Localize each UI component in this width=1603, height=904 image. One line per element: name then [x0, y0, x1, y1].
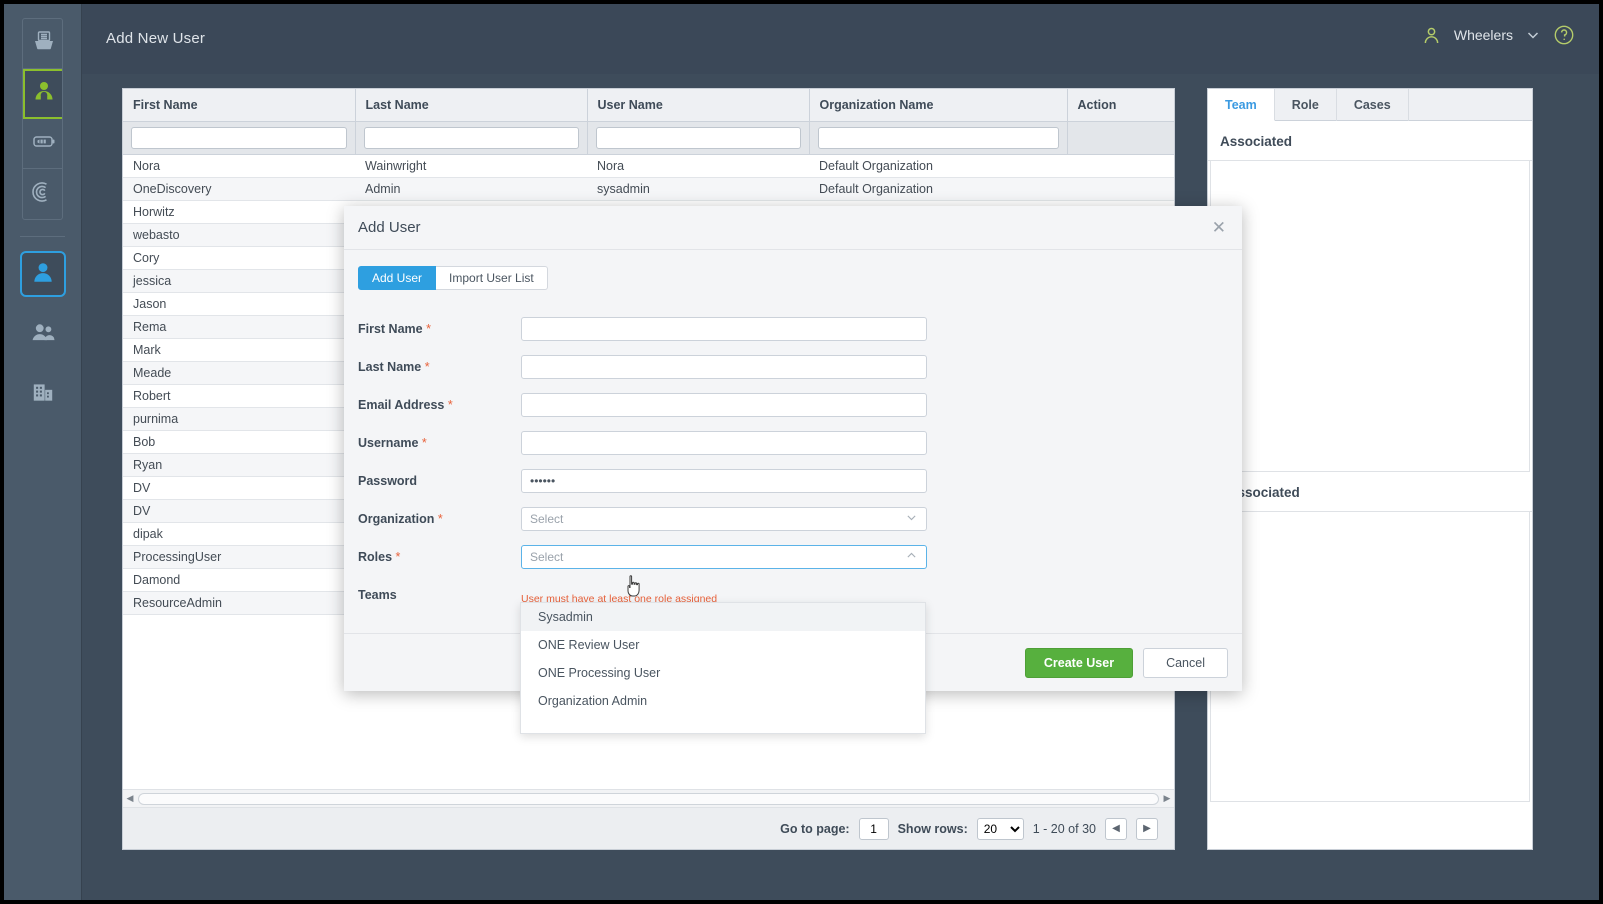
required-asterisk: *	[418, 436, 427, 450]
label-last-name: Last Name *	[358, 360, 521, 374]
last-name-input[interactable]	[521, 355, 927, 379]
label-roles: Roles *	[358, 550, 521, 564]
chevron-down-icon	[905, 511, 918, 527]
label-organization-text: Organization	[358, 512, 435, 526]
modal-tab-add-user[interactable]: Add User	[358, 266, 437, 290]
label-teams-text: Teams	[358, 588, 397, 602]
username-input[interactable]	[521, 431, 927, 455]
field-row-organization: Organization * Select	[358, 500, 1228, 538]
roles-option-one-review-user[interactable]: ONE Review User	[521, 631, 925, 659]
label-first-name-text: First Name	[358, 322, 423, 336]
add-user-modal: Add User ✕ Add User Import User List Fir…	[344, 206, 1242, 734]
email-address-input[interactable]	[521, 393, 927, 417]
chevron-up-icon	[905, 549, 918, 565]
roles-dropdown-menu[interactable]: Sysadmin ONE Review User ONE Processing …	[520, 602, 926, 734]
roles-select-value: Select	[530, 550, 564, 564]
modal-tab-import-user-list[interactable]: Import User List	[436, 266, 548, 290]
organization-select[interactable]: Select	[521, 507, 927, 531]
roles-option-sysadmin[interactable]: Sysadmin	[521, 603, 925, 631]
required-asterisk: *	[421, 360, 430, 374]
label-username: Username *	[358, 436, 521, 450]
modal-body: Add User Import User List First Name * L…	[344, 250, 1242, 734]
label-organization: Organization *	[358, 512, 521, 526]
field-row-password: Password	[358, 462, 1228, 500]
modal-overlay: Add User ✕ Add User Import User List Fir…	[4, 4, 1599, 900]
password-input[interactable]	[521, 469, 927, 493]
cancel-button[interactable]: Cancel	[1143, 647, 1228, 678]
label-email-address: Email Address *	[358, 398, 521, 412]
required-asterisk: *	[392, 550, 401, 564]
roles-option-one-processing-user[interactable]: ONE Processing User	[521, 659, 925, 687]
field-row-email-address: Email Address *	[358, 386, 1228, 424]
modal-tabs: Add User Import User List	[358, 266, 1228, 290]
application-window: Add New User Wheelers First Name Last Na…	[4, 4, 1599, 900]
organization-select-value: Select	[530, 512, 564, 526]
label-password: Password	[358, 474, 521, 488]
required-asterisk: *	[422, 322, 431, 336]
field-row-username: Username *	[358, 424, 1228, 462]
label-first-name: First Name *	[358, 322, 521, 336]
label-username-text: Username	[358, 436, 419, 450]
field-row-first-name: First Name *	[358, 310, 1228, 348]
required-asterisk: *	[434, 512, 443, 526]
create-user-button[interactable]: Create User	[1024, 647, 1134, 678]
modal-header: Add User ✕	[344, 206, 1242, 250]
label-last-name-text: Last Name	[358, 360, 422, 374]
close-icon[interactable]: ✕	[1212, 219, 1226, 236]
field-row-roles: Roles * Select	[358, 538, 1228, 576]
label-password-text: Password	[358, 474, 418, 488]
label-roles-text: Roles	[358, 550, 393, 564]
field-row-last-name: Last Name *	[358, 348, 1228, 386]
required-asterisk: *	[444, 398, 453, 412]
label-teams: Teams	[358, 588, 521, 602]
label-email-address-text: Email Address	[358, 398, 445, 412]
first-name-input[interactable]	[521, 317, 927, 341]
modal-title: Add User	[358, 219, 421, 236]
roles-select[interactable]: Select	[521, 545, 927, 569]
roles-option-organization-admin[interactable]: Organization Admin	[521, 687, 925, 715]
